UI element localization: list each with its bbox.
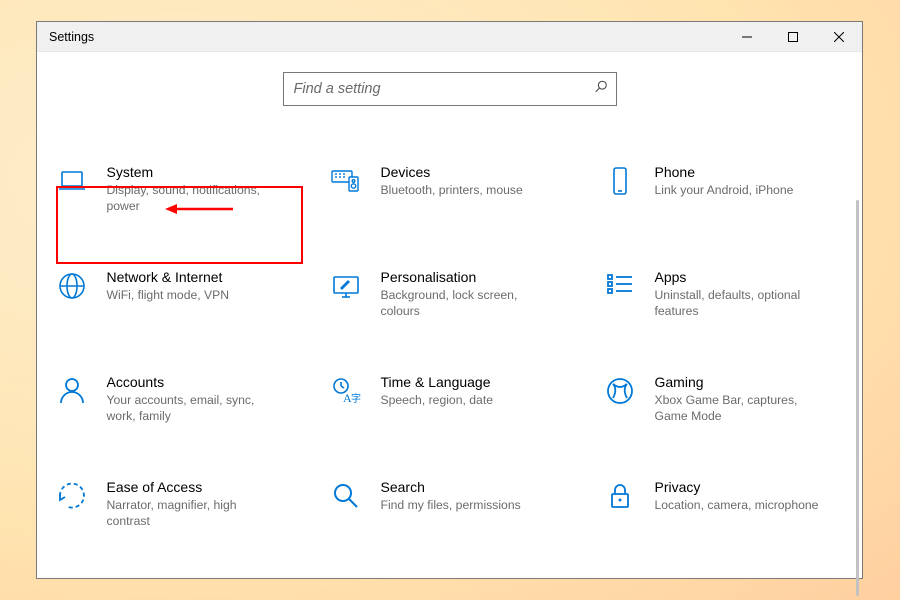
window-title: Settings xyxy=(49,30,94,44)
titlebar: Settings xyxy=(37,22,862,52)
search-wrap xyxy=(37,72,862,106)
tile-sub: Display, sound, notifications, power xyxy=(107,182,277,215)
tile-title: Devices xyxy=(381,164,523,180)
time-language-icon: A字 xyxy=(329,374,363,408)
tile-title: Network & Internet xyxy=(107,269,230,285)
xbox-icon xyxy=(603,374,637,408)
tile-sub: Xbox Game Bar, captures, Game Mode xyxy=(655,392,825,425)
tile-phone[interactable]: Phone Link your Android, iPhone xyxy=(599,160,849,219)
tile-apps[interactable]: Apps Uninstall, defaults, optional featu… xyxy=(599,265,849,324)
paint-monitor-icon xyxy=(329,269,363,303)
content-area: System Display, sound, notifications, po… xyxy=(37,52,862,578)
tile-sub: Find my files, permissions xyxy=(381,497,521,513)
tile-accounts[interactable]: Accounts Your accounts, email, sync, wor… xyxy=(51,370,301,429)
keyboard-speaker-icon xyxy=(329,164,363,198)
tile-title: System xyxy=(107,164,277,180)
tile-sub: Your accounts, email, sync, work, family xyxy=(107,392,277,425)
tile-sub: Uninstall, defaults, optional features xyxy=(655,287,825,320)
ease-of-access-icon xyxy=(55,479,89,513)
lock-icon xyxy=(603,479,637,513)
person-icon xyxy=(55,374,89,408)
tile-title: Apps xyxy=(655,269,825,285)
tile-title: Gaming xyxy=(655,374,825,390)
maximize-button[interactable] xyxy=(770,22,816,52)
tile-title: Time & Language xyxy=(381,374,493,390)
magnifier-icon xyxy=(329,479,363,513)
svg-text:字: 字 xyxy=(351,392,361,405)
tile-ease-of-access[interactable]: Ease of Access Narrator, magnifier, high… xyxy=(51,475,301,534)
tile-sub: Location, camera, microphone xyxy=(655,497,819,513)
tile-title: Personalisation xyxy=(381,269,551,285)
tile-time-language[interactable]: A字 Time & Language Speech, region, date xyxy=(325,370,575,429)
category-grid: System Display, sound, notifications, po… xyxy=(37,106,862,534)
tile-system[interactable]: System Display, sound, notifications, po… xyxy=(51,160,301,219)
search-icon xyxy=(594,80,608,99)
tile-sub: Narrator, magnifier, high contrast xyxy=(107,497,277,530)
search-input[interactable] xyxy=(284,73,616,105)
globe-icon xyxy=(55,269,89,303)
tile-search[interactable]: Search Find my files, permissions xyxy=(325,475,575,534)
close-button[interactable] xyxy=(816,22,862,52)
tile-title: Search xyxy=(381,479,521,495)
tile-sub: WiFi, flight mode, VPN xyxy=(107,287,230,303)
phone-icon xyxy=(603,164,637,198)
tile-title: Privacy xyxy=(655,479,819,495)
tile-title: Ease of Access xyxy=(107,479,277,495)
minimize-button[interactable] xyxy=(724,22,770,52)
tile-title: Accounts xyxy=(107,374,277,390)
tile-sub: Speech, region, date xyxy=(381,392,493,408)
tile-sub: Link your Android, iPhone xyxy=(655,182,794,198)
tile-title: Phone xyxy=(655,164,794,180)
vertical-scrollbar[interactable] xyxy=(856,200,859,596)
search-box[interactable] xyxy=(283,72,617,106)
tile-personalisation[interactable]: Personalisation Background, lock screen,… xyxy=(325,265,575,324)
apps-list-icon xyxy=(603,269,637,303)
tile-sub: Background, lock screen, colours xyxy=(381,287,551,320)
settings-window: Settings Sys xyxy=(36,21,863,579)
tile-devices[interactable]: Devices Bluetooth, printers, mouse xyxy=(325,160,575,219)
tile-privacy[interactable]: Privacy Location, camera, microphone xyxy=(599,475,849,534)
tile-gaming[interactable]: Gaming Xbox Game Bar, captures, Game Mod… xyxy=(599,370,849,429)
tile-sub: Bluetooth, printers, mouse xyxy=(381,182,523,198)
tile-network[interactable]: Network & Internet WiFi, flight mode, VP… xyxy=(51,265,301,324)
laptop-icon xyxy=(55,164,89,198)
